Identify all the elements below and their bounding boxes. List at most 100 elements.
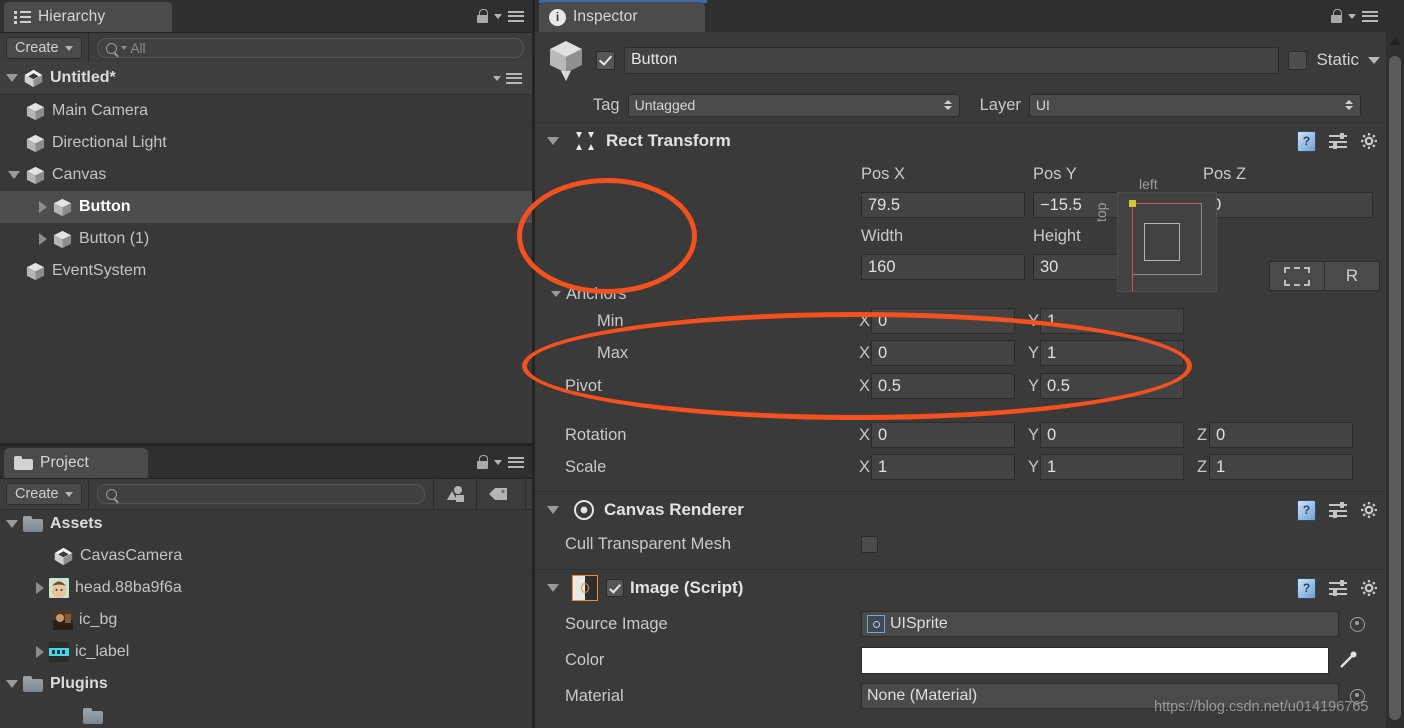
hierarchy-item-canvas[interactable]: Canvas bbox=[0, 159, 532, 191]
gear-icon[interactable] bbox=[1360, 579, 1378, 597]
hierarchy-item-button-1[interactable]: Button (1) bbox=[0, 223, 532, 255]
scroll-up-arrow-icon[interactable] bbox=[1390, 38, 1400, 45]
raw-edit-mode-button[interactable]: R bbox=[1324, 261, 1380, 291]
chevron-down-icon[interactable] bbox=[1348, 13, 1356, 19]
chevron-down-icon[interactable] bbox=[6, 680, 18, 688]
menu-icon[interactable] bbox=[506, 72, 522, 84]
help-icon[interactable]: ? bbox=[1297, 130, 1316, 152]
tab-inspector[interactable]: i Inspector bbox=[539, 2, 705, 32]
scene-root-row[interactable]: Untitled* bbox=[0, 62, 532, 95]
hierarchy-item-main-camera[interactable]: Main Camera bbox=[0, 95, 532, 127]
cull-transparent-mesh-checkbox[interactable] bbox=[861, 535, 878, 553]
preset-icon[interactable] bbox=[1329, 580, 1347, 596]
rotation-z-input[interactable]: 0 bbox=[1209, 422, 1353, 448]
color-swatch[interactable] bbox=[861, 646, 1329, 674]
rect-transform-header[interactable]: Rect Transform ? bbox=[535, 122, 1386, 159]
pivot-y-input[interactable]: 0.5 bbox=[1040, 373, 1184, 399]
preset-icon[interactable] bbox=[1329, 502, 1347, 518]
width-input[interactable]: 160 bbox=[861, 254, 1025, 280]
scrollbar-thumb[interactable] bbox=[1389, 56, 1401, 720]
chevron-down-icon[interactable] bbox=[551, 291, 561, 297]
chevron-down-icon[interactable] bbox=[8, 171, 20, 179]
pos-x-input[interactable]: 79.5 bbox=[861, 192, 1025, 218]
image-script-header[interactable]: Image (Script) ? bbox=[535, 569, 1386, 606]
filter-by-label-button[interactable] bbox=[475, 479, 519, 509]
project-create-button[interactable]: Create bbox=[6, 483, 82, 505]
project-item-partial[interactable] bbox=[0, 700, 532, 728]
scale-z-input[interactable]: 1 bbox=[1209, 454, 1353, 480]
blueprint-mode-button[interactable] bbox=[1269, 261, 1324, 291]
chevron-right-icon[interactable] bbox=[39, 201, 47, 213]
chevron-right-icon[interactable] bbox=[36, 646, 44, 658]
help-icon[interactable]: ? bbox=[1297, 577, 1316, 599]
chevron-down-icon[interactable] bbox=[494, 459, 502, 465]
project-search-input[interactable] bbox=[96, 484, 425, 504]
hierarchy-create-button[interactable]: Create bbox=[6, 37, 82, 59]
tab-project[interactable]: Project bbox=[4, 448, 148, 478]
hierarchy-item-button[interactable]: Button bbox=[0, 191, 532, 223]
menu-icon[interactable] bbox=[508, 456, 524, 468]
canvas-renderer-header[interactable]: Canvas Renderer ? bbox=[535, 491, 1386, 528]
gameobject-cube-icon[interactable] bbox=[545, 37, 587, 83]
anchor-min-y-input[interactable]: 1 bbox=[1040, 308, 1184, 334]
anchor-max-x-input[interactable]: 0 bbox=[871, 340, 1015, 366]
chevron-down-icon[interactable] bbox=[493, 75, 501, 81]
project-item-plugins[interactable]: Plugins bbox=[0, 668, 532, 700]
gear-icon[interactable] bbox=[1360, 132, 1378, 150]
static-checkbox[interactable] bbox=[1288, 50, 1308, 70]
chevron-right-icon[interactable] bbox=[36, 582, 44, 594]
cube-icon bbox=[25, 101, 46, 122]
anchor-preset-top-label: top bbox=[1093, 202, 1109, 222]
gameobject-name-input[interactable]: Button bbox=[624, 46, 1280, 74]
gameobject-enabled-checkbox[interactable] bbox=[596, 50, 615, 70]
menu-icon[interactable] bbox=[1362, 10, 1378, 22]
scale-y-input[interactable]: 1 bbox=[1040, 454, 1184, 480]
layer-dropdown[interactable]: UI bbox=[1028, 93, 1361, 117]
rotation-x-input[interactable]: 0 bbox=[871, 422, 1015, 448]
chevron-down-icon[interactable] bbox=[547, 137, 559, 145]
chevron-right-icon[interactable] bbox=[39, 233, 47, 245]
tag-dropdown[interactable]: Untagged bbox=[627, 93, 960, 117]
source-image-picker-icon[interactable] bbox=[1350, 616, 1365, 632]
image-enabled-checkbox[interactable] bbox=[606, 579, 624, 597]
chevron-down-icon[interactable] bbox=[494, 13, 502, 19]
anchor-max-x-value: 0 bbox=[878, 343, 888, 362]
anchor-max-y-input[interactable]: 1 bbox=[1040, 340, 1184, 366]
hierarchy-item-eventsystem[interactable]: EventSystem bbox=[0, 255, 532, 287]
color-row: Color bbox=[535, 642, 1386, 678]
divider bbox=[524, 479, 526, 509]
lock-icon[interactable] bbox=[477, 9, 488, 23]
project-item-assets[interactable]: Assets bbox=[0, 508, 532, 540]
anchor-min-x-input[interactable]: 0 bbox=[871, 308, 1015, 334]
chevron-down-icon[interactable] bbox=[6, 74, 18, 82]
rotation-y-value: 0 bbox=[1047, 425, 1057, 444]
scale-x-input[interactable]: 1 bbox=[871, 454, 1015, 480]
hierarchy-item-directional-light[interactable]: Directional Light bbox=[0, 127, 532, 159]
hierarchy-item-label: Button (1) bbox=[79, 230, 150, 247]
filter-by-type-button[interactable] bbox=[432, 479, 476, 509]
pos-z-input[interactable]: 0 bbox=[1205, 192, 1373, 218]
hierarchy-search-input[interactable]: All bbox=[96, 38, 524, 58]
chevron-down-icon[interactable] bbox=[6, 520, 18, 528]
project-item-ic-label[interactable]: ic_label bbox=[0, 636, 532, 668]
anchor-preset-preview[interactable]: left top bbox=[1093, 176, 1225, 296]
source-image-field[interactable]: UISprite bbox=[861, 611, 1339, 637]
project-item-cavascamera[interactable]: CavasCamera bbox=[0, 540, 532, 572]
eyedropper-icon[interactable] bbox=[1338, 650, 1358, 670]
chevron-down-icon[interactable] bbox=[547, 506, 559, 514]
rotation-y-input[interactable]: 0 bbox=[1040, 422, 1184, 448]
chevron-down-icon[interactable] bbox=[547, 584, 559, 592]
inspector-scrollbar[interactable] bbox=[1386, 32, 1404, 728]
preset-icon[interactable] bbox=[1329, 133, 1347, 149]
project-item-ic-bg[interactable]: ic_bg bbox=[0, 604, 532, 636]
pivot-x-input[interactable]: 0.5 bbox=[871, 373, 1015, 399]
lock-icon[interactable] bbox=[477, 455, 488, 469]
gear-icon[interactable] bbox=[1360, 501, 1378, 519]
project-item-head-88ba9f6a[interactable]: head.88ba9f6a bbox=[0, 572, 532, 604]
help-icon[interactable]: ? bbox=[1297, 499, 1316, 521]
anchors-foldout[interactable]: Anchors bbox=[535, 283, 1386, 305]
tab-hierarchy[interactable]: Hierarchy bbox=[4, 2, 172, 32]
lock-icon[interactable] bbox=[1331, 9, 1342, 23]
menu-icon[interactable] bbox=[508, 10, 524, 22]
static-dropdown-icon[interactable] bbox=[1368, 56, 1380, 64]
